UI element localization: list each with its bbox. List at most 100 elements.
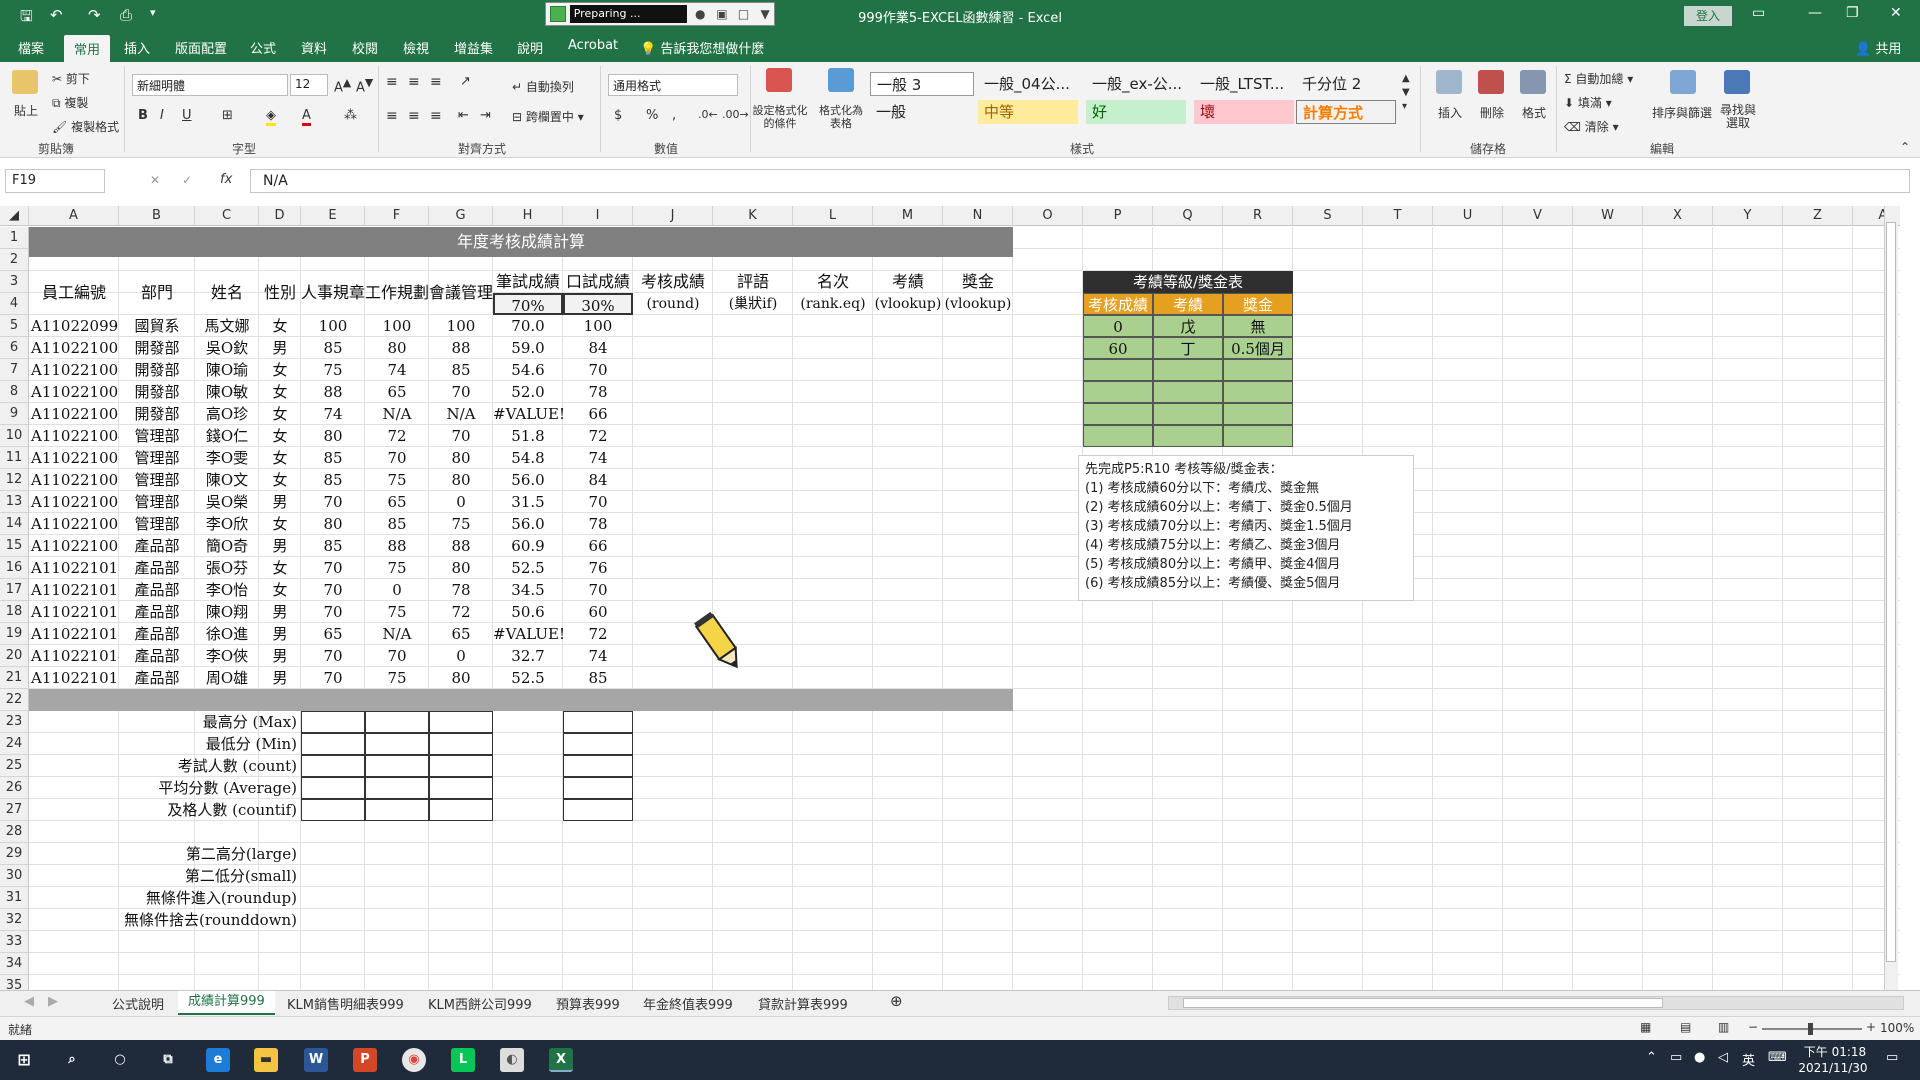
data-cell[interactable]: A110221008 [29,513,119,535]
data-cell[interactable]: 54.6 [493,359,563,381]
search-icon[interactable]: ⌕ [60,1048,84,1072]
zoom-level[interactable]: 100% [1880,1021,1914,1035]
column-header[interactable]: L [793,206,873,226]
stats-input-cell[interactable] [563,799,633,821]
row-header[interactable]: 28 [0,821,29,843]
row-header[interactable]: 10 [0,425,29,447]
weight-oral[interactable]: 30% [563,293,633,315]
stats-input-cell[interactable] [301,733,365,755]
row-header[interactable]: 4 [0,293,29,315]
data-cell[interactable]: 男 [259,491,301,513]
data-cell[interactable]: 管理部 [119,447,195,469]
data-cell[interactable]: 72 [563,425,633,447]
style-bad[interactable]: 壞 [1194,100,1294,124]
data-cell[interactable]: 65 [429,623,493,645]
lookup-cell[interactable] [1223,359,1293,381]
data-cell[interactable]: 男 [259,623,301,645]
data-cell[interactable]: A110221004 [29,425,119,447]
zoom-in-icon[interactable]: + [1866,1020,1876,1034]
data-cell[interactable]: 男 [259,601,301,623]
column-header[interactable]: F [365,206,429,226]
data-cell[interactable]: A110221002 [29,381,119,403]
data-cell[interactable]: 管理部 [119,513,195,535]
data-cell[interactable]: 70 [301,667,365,689]
merge-center-button[interactable]: ⊟ 跨欄置中 ▾ [512,108,584,125]
data-cell[interactable]: 66 [563,403,633,425]
data-cell[interactable]: 女 [259,469,301,491]
worksheet-grid[interactable]: ◢ABCDEFGHIJKLMNOPQRSTUVWXYZAA12345678910… [0,206,1900,990]
stats-input-cell[interactable] [429,799,493,821]
data-cell[interactable]: 男 [259,337,301,359]
format-painter-button[interactable]: 🖌 複製格式 [52,118,119,135]
vertical-scrollbar-thumb[interactable] [1886,222,1896,962]
data-cell[interactable]: 74 [563,447,633,469]
data-cell[interactable]: 70 [429,381,493,403]
file-explorer-icon[interactable]: ▬ [254,1048,278,1072]
data-cell[interactable]: 70 [365,645,429,667]
increase-indent-icon[interactable]: ⇥ [480,108,491,123]
row-header[interactable]: 18 [0,601,29,623]
data-cell[interactable]: 65 [301,623,365,645]
data-cell[interactable]: 陳O敏 [195,381,259,403]
lookup-cell[interactable] [1223,403,1293,425]
row-header[interactable]: 8 [0,381,29,403]
stats-input-cell[interactable] [563,733,633,755]
column-header[interactable]: T [1363,206,1433,226]
data-cell[interactable]: 開發部 [119,337,195,359]
powerpoint-icon[interactable]: P [353,1048,377,1072]
column-heading[interactable]: 姓名 [195,271,259,315]
stats-input-cell[interactable] [301,799,365,821]
stats-input-cell[interactable] [429,777,493,799]
data-cell[interactable]: 70 [429,425,493,447]
data-cell[interactable]: A110221014 [29,645,119,667]
style-ltst[interactable]: 一般_LTST... [1194,72,1298,96]
lookup-header[interactable]: 獎金 [1223,293,1293,315]
data-cell[interactable]: 76 [563,557,633,579]
stats-input-cell[interactable] [365,755,429,777]
extra-label[interactable]: 第二低分(small) [29,865,301,887]
zoom-slider-thumb[interactable] [1808,1023,1813,1035]
column-heading[interactable]: 員工編號 [29,271,119,315]
column-header[interactable]: O [1013,206,1083,226]
data-cell[interactable]: 高O珍 [195,403,259,425]
copy-button[interactable]: ⧉ 複製 [52,94,88,111]
stats-input-cell[interactable] [365,711,429,733]
row-header[interactable]: 24 [0,733,29,755]
insert-function-icon[interactable]: fx [220,172,232,187]
data-cell[interactable]: 65 [365,491,429,513]
phonetic-icon[interactable]: ⁂ [344,108,357,123]
stats-input-cell[interactable] [365,733,429,755]
data-cell[interactable]: 60.9 [493,535,563,557]
data-cell[interactable]: 女 [259,557,301,579]
column-header[interactable]: V [1503,206,1573,226]
column-heading[interactable]: 名次 [793,271,873,293]
ribbon-display-icon[interactable]: ▭ [1752,5,1765,21]
lookup-header[interactable]: 考核成績 [1083,293,1153,315]
data-cell[interactable]: 女 [259,359,301,381]
font-name-select[interactable]: 新細明體 [132,74,288,96]
data-cell[interactable]: 85 [301,469,365,491]
column-heading[interactable]: 人事規章 [301,271,365,315]
data-cell[interactable]: 78 [563,513,633,535]
data-cell[interactable]: 75 [365,601,429,623]
data-cell[interactable]: 簡O奇 [195,535,259,557]
align-center-icon[interactable]: ≡ [408,108,420,124]
align-left-icon[interactable]: ≡ [386,108,398,124]
decrease-indent-icon[interactable]: ⇤ [458,108,469,123]
network-icon[interactable]: ▭ [1670,1050,1682,1065]
fill-color-icon[interactable]: ◈ [266,108,276,126]
column-heading[interactable]: 會議管理 [429,271,493,315]
cut-button[interactable]: ✂ 剪下 [52,70,90,87]
collapse-ribbon-icon[interactable]: ⌃ [1900,140,1910,154]
sheet-tab-grades[interactable]: 成績計算999 [178,991,275,1015]
row-header[interactable]: 15 [0,535,29,557]
column-header[interactable]: R [1223,206,1293,226]
add-sheet-icon[interactable]: ⊕ [890,992,903,1010]
font-color-icon[interactable]: A [302,108,311,126]
italic-icon[interactable]: I [160,108,164,123]
row-header[interactable]: 32 [0,909,29,931]
data-cell[interactable]: 女 [259,513,301,535]
style-comma2[interactable]: 千分位 2 [1296,72,1394,96]
data-cell[interactable]: 80 [301,513,365,535]
tab-page-layout[interactable]: 版面配置 [175,38,227,57]
